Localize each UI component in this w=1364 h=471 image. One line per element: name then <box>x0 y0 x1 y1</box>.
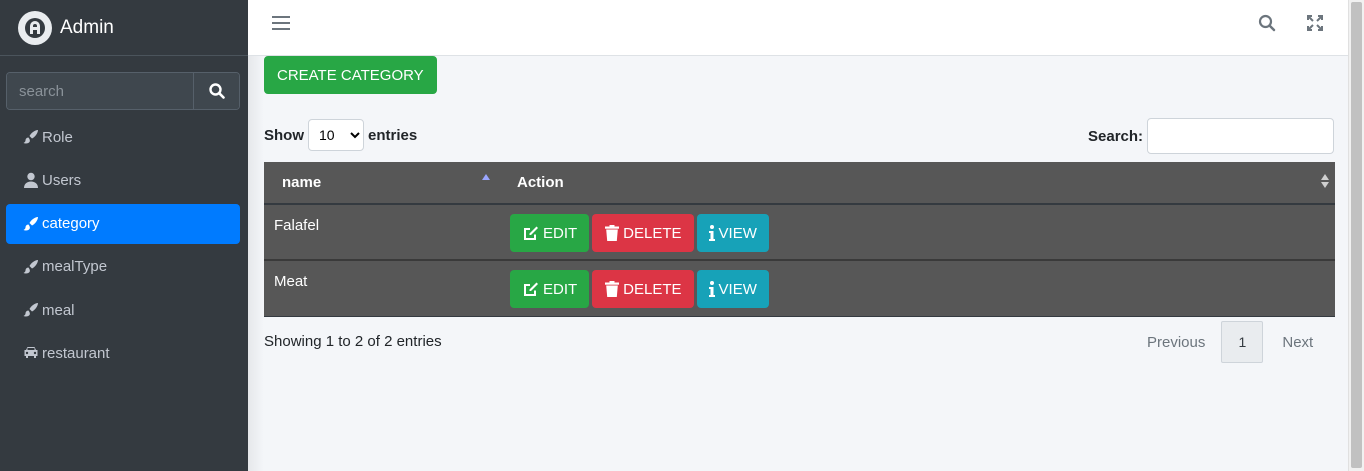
table-search-input[interactable] <box>1147 118 1335 154</box>
entries-length-control: Show 10 entries <box>264 119 417 151</box>
delete-button[interactable]: DELETE <box>592 214 694 252</box>
brush-icon <box>22 128 40 146</box>
edit-button[interactable]: EDIT <box>510 270 590 308</box>
hamburger-icon[interactable] <box>272 16 290 32</box>
sidebar-item-role[interactable]: Role <box>6 117 240 157</box>
entries-label: entries <box>368 126 418 144</box>
table-header-row: name Action <box>264 162 1335 205</box>
table-info: Showing 1 to 2 of 2 entries <box>264 333 442 350</box>
cell-actions: EDIT DELETE VIEW <box>500 204 1335 260</box>
sidebar-item-label: Users <box>42 171 82 189</box>
edit-icon <box>524 226 538 240</box>
sidebar-nav: Role Users category mealType meal restau… <box>6 117 240 377</box>
brand-name: Admin <box>60 16 114 38</box>
brush-icon <box>22 258 40 276</box>
category-table: name Action Falafel EDIT DELETE VIEW Mea… <box>264 162 1335 316</box>
brand-logo-icon <box>18 10 52 45</box>
sort-both-icon <box>1321 174 1329 188</box>
trash-icon <box>605 225 620 241</box>
search-icon <box>208 83 225 99</box>
sidebar-search <box>6 72 240 110</box>
info-icon <box>708 281 715 297</box>
sidebar-item-label: restaurant <box>42 344 110 362</box>
pagination-next[interactable]: Next <box>1263 321 1332 363</box>
view-button[interactable]: VIEW <box>696 270 769 308</box>
sidebar-item-meal[interactable]: meal <box>6 290 240 330</box>
user-icon <box>22 171 40 189</box>
pagination-page[interactable]: 1 <box>1221 321 1264 363</box>
table-row: Meat EDIT DELETE VIEW <box>264 260 1335 316</box>
filter-label: Search: <box>1088 127 1144 145</box>
info-icon <box>708 225 715 241</box>
sidebar-item-label: Role <box>42 128 73 146</box>
cell-name: Falafel <box>274 217 320 234</box>
brand-link[interactable]: Admin <box>0 0 248 56</box>
cell-actions: EDIT DELETE VIEW <box>500 260 1335 316</box>
expand-icon[interactable] <box>1306 14 1324 37</box>
car-icon <box>22 344 40 362</box>
create-category-button[interactable]: CREATE CATEGORY <box>264 56 437 94</box>
table-row: Falafel EDIT DELETE VIEW <box>264 204 1335 260</box>
sidebar-item-users[interactable]: Users <box>6 160 240 200</box>
entries-select[interactable]: 10 <box>308 119 364 151</box>
table-filter: Search: <box>1088 118 1335 154</box>
page-scrollbar[interactable] <box>1348 0 1364 471</box>
sidebar-item-label: meal <box>42 301 75 319</box>
sidebar-item-restaurant[interactable]: restaurant <box>6 333 240 373</box>
sidebar-search-input[interactable] <box>7 73 193 109</box>
pagination-previous[interactable]: Previous <box>1131 321 1221 363</box>
sidebar-search-button[interactable] <box>193 73 239 109</box>
table-bottom-border <box>264 316 1335 317</box>
delete-button[interactable]: DELETE <box>592 270 694 308</box>
pagination: Previous 1 Next <box>1131 321 1332 363</box>
content-shadow <box>248 56 264 471</box>
brush-icon <box>22 215 40 233</box>
sidebar-item-mealtype[interactable]: mealType <box>6 247 240 287</box>
show-label: Show <box>264 126 304 144</box>
edit-icon <box>524 282 538 296</box>
trash-icon <box>605 281 620 297</box>
column-header-action[interactable]: Action <box>500 162 1335 205</box>
brush-icon <box>22 301 40 319</box>
edit-button[interactable]: EDIT <box>510 214 590 252</box>
column-header-name[interactable]: name <box>264 162 500 205</box>
top-navbar <box>248 0 1348 56</box>
sort-ascending-icon <box>482 174 490 180</box>
cell-name: Meat <box>274 273 308 290</box>
sidebar-item-category[interactable]: category <box>6 203 240 244</box>
view-button[interactable]: VIEW <box>696 214 769 252</box>
scrollbar-thumb[interactable] <box>1351 2 1362 468</box>
sidebar-item-label: mealType <box>42 258 108 276</box>
sidebar: Admin Role Users category mealType meal <box>0 0 248 471</box>
sidebar-item-label: category <box>42 215 100 233</box>
search-icon[interactable] <box>1258 14 1276 37</box>
